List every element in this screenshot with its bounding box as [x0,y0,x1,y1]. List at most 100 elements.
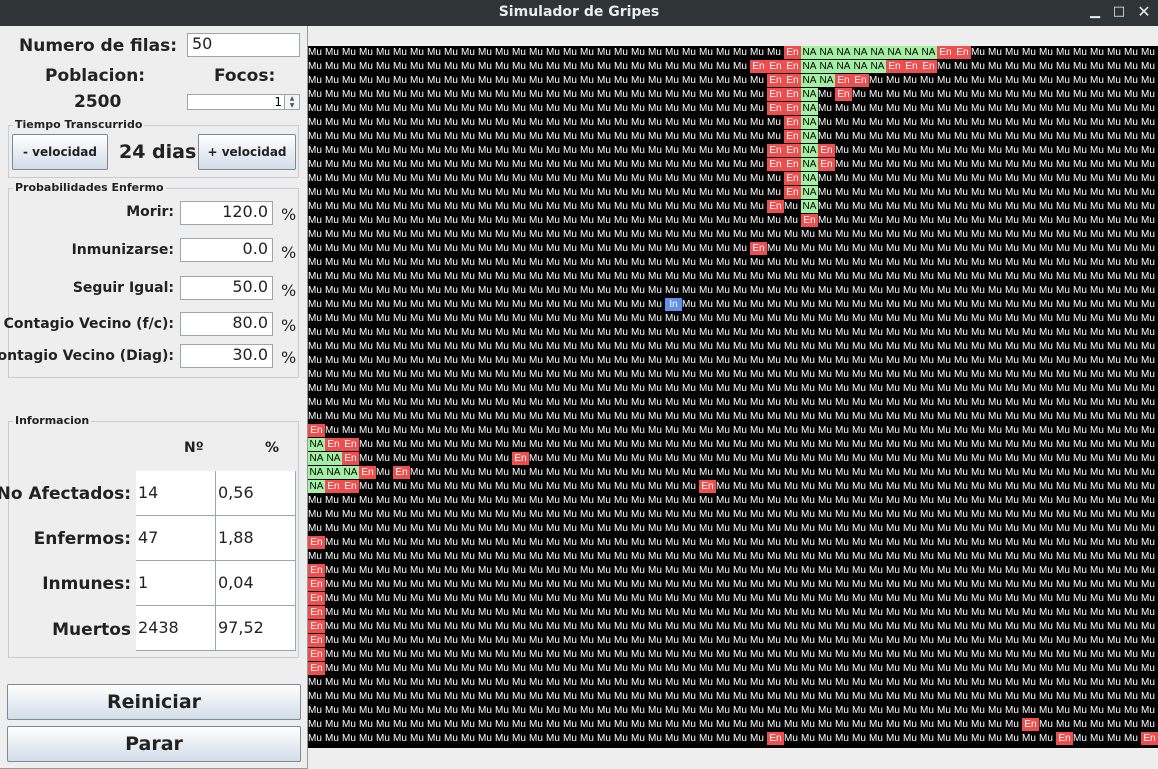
dead-cell: Mu [699,243,713,254]
dead-cell: Mu [478,257,492,268]
dead-cell: Mu [376,243,390,254]
dead-cell: Mu [937,145,951,156]
dead-cell: Mu [954,705,968,716]
dead-cell: Mu [920,369,934,380]
dead-cell: Mu [733,621,747,632]
dead-cell: Mu [1039,103,1053,114]
grid-row: Mu Mu Mu Mu Mu Mu Mu Mu Mu Mu Mu Mu Mu Mu Mu Mu Mu Mu Mu Mu… [308,494,1158,508]
dead-cell: Mu [784,453,798,464]
dead-cell: Mu [920,649,934,660]
dead-cell: Mu [308,89,322,100]
dead-cell: Mu [393,117,407,128]
dead-cell: Mu [1141,523,1155,534]
dead-cell: Mu [818,621,832,632]
dead-cell: Mu [988,411,1002,422]
rows-input[interactable]: 50 [187,33,300,57]
dead-cell: Mu [1056,159,1070,170]
dead-cell: Mu [699,439,713,450]
dead-cell: Mu [614,187,628,198]
dead-cell: Mu [903,285,917,296]
dead-cell: Mu [801,313,815,324]
dead-cell: Mu [784,537,798,548]
dead-cell: Mu [818,257,832,268]
dead-cell: Mu [427,635,441,646]
dead-cell: Mu [359,103,373,114]
dead-cell: Mu [784,229,798,240]
dead-cell: Mu [699,285,713,296]
dead-cell: Mu [920,467,934,478]
dead-cell: Mu [410,215,424,226]
diag-input[interactable]: 30.0 [180,344,273,368]
unaffected-cell: NA [818,74,835,87]
dead-cell: Mu [971,383,985,394]
minimize-icon[interactable]: ▁ [1085,2,1105,22]
spinner-down-icon[interactable]: ▼ [284,102,299,109]
dead-cell: Mu [869,159,883,170]
dead-cell: Mu [1107,215,1121,226]
grid-row: Mu Mu Mu Mu Mu Mu Mu Mu Mu Mu Mu Mu Mu Mu Mu Mu Mu Mu Mu Mu… [308,522,1158,536]
dead-cell: Mu [359,229,373,240]
dead-cell: Mu [563,481,577,492]
dead-cell: Mu [801,229,815,240]
dead-cell: Mu [835,341,849,352]
dead-cell: Mu [631,215,645,226]
dead-cell: Mu [461,285,475,296]
dead-cell: Mu [563,257,577,268]
dead-cell: Mu [325,145,339,156]
foci-spinner[interactable]: 1 ▲ ▼ [187,94,300,110]
dead-cell: Mu [1124,355,1138,366]
immunize-input[interactable]: 0.0 [180,238,273,262]
dead-cell: Mu [699,61,713,72]
dead-cell: Mu [478,691,492,702]
dead-cell: Mu [1107,705,1121,716]
spinner-up-icon[interactable]: ▲ [284,95,299,102]
dead-cell: Mu [444,61,458,72]
dead-cell: Mu [733,61,747,72]
dead-cell: Mu [1090,649,1104,660]
dead-cell: Mu [733,719,747,730]
dead-cell: Mu [869,243,883,254]
faster-button[interactable]: + velocidad [198,134,296,170]
dead-cell: Mu [648,201,662,212]
dead-cell: Mu [1022,327,1036,338]
dead-cell: Mu [325,565,339,576]
dead-cell: Mu [682,425,696,436]
dead-cell: Mu [427,145,441,156]
same-input[interactable]: 50.0 [180,276,273,300]
dead-cell: Mu [716,635,730,646]
dead-cell: Mu [1141,159,1155,170]
dead-cell: Mu [597,159,611,170]
dead-cell: Mu [886,257,900,268]
dead-cell: Mu [325,663,339,674]
dead-cell: Mu [359,579,373,590]
dead-cell: Mu [410,313,424,324]
dead-cell: Mu [461,537,475,548]
dead-cell: Mu [546,509,560,520]
dead-cell: Mu [937,117,951,128]
dead-cell: Mu [869,607,883,618]
close-icon[interactable]: ✕ [1134,2,1154,22]
sick-cell: En [342,452,359,465]
neighbor-input[interactable]: 80.0 [180,312,273,336]
maximize-icon[interactable]: □ [1109,2,1129,22]
dead-cell: Mu [563,327,577,338]
dead-cell: Mu [648,61,662,72]
dead-cell: Mu [1090,691,1104,702]
dead-cell: Mu [393,159,407,170]
dead-cell: Mu [767,719,781,730]
slower-button[interactable]: - velocidad [12,134,108,170]
dead-cell: Mu [1124,229,1138,240]
dead-cell: Mu [1107,89,1121,100]
restart-button[interactable]: Reiniciar [7,684,301,720]
dead-cell: Mu [903,355,917,366]
dead-cell: Mu [393,173,407,184]
dead-cell: Mu [869,551,883,562]
stop-button[interactable]: Parar [7,726,301,762]
dead-cell: Mu [308,733,322,744]
die-input[interactable]: 120.0 [180,201,273,225]
unaffected-cell: NA [869,60,886,73]
dead-cell: Mu [1073,495,1087,506]
dead-cell: Mu [1141,313,1155,324]
dead-cell: Mu [478,719,492,730]
dead-cell: Mu [614,411,628,422]
